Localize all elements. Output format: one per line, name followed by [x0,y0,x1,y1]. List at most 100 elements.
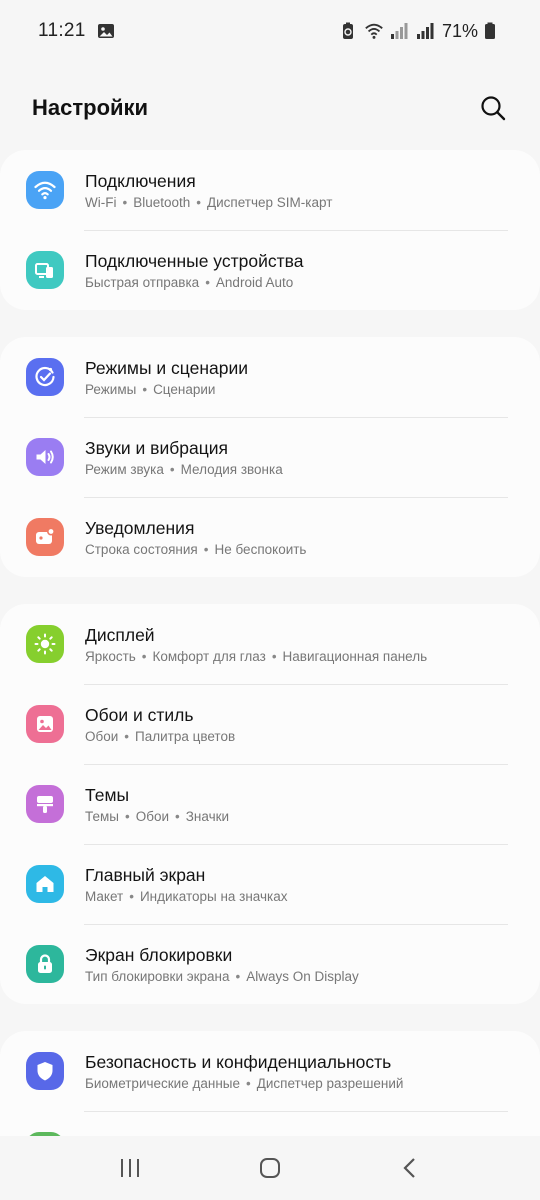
status-time: 11:21 [38,20,86,41]
subtitle-part: Не беспокоить [214,541,307,557]
signal-2-icon [416,21,436,41]
settings-item[interactable]: Темы Темы • Обои • Значки [0,764,540,844]
subtitle-part: Индикаторы на значках [139,888,288,904]
settings-item-subtitle: Режим звука • Мелодия звонка [85,461,283,478]
subtitle-part: Мелодия звонка [180,461,283,477]
separator-dot: • [196,194,201,210]
settings-item-text: Звуки и вибрация Режим звука • Мелодия звон… [85,437,283,478]
wallpaper-icon [26,705,64,743]
subtitle-part: Обои [85,728,119,744]
home-nav-icon [260,1158,280,1178]
settings-item-title: Темы [85,784,130,805]
settings-item-title: Безопасность и конфиденциальность [85,1051,392,1072]
separator-dot: • [205,274,210,290]
separator-dot: • [141,648,147,664]
separator-dot: • [124,728,130,744]
search-button[interactable] [476,91,510,125]
subtitle-part: Wi-Fi [85,194,117,210]
back-icon [403,1158,415,1178]
battery-percentage: 71% [441,20,478,41]
battery-saver-icon [338,21,358,41]
subtitle-part: Диспетчер разрешений [256,1075,404,1091]
separator-dot: • [169,461,175,477]
navigation-bar [0,1136,540,1200]
settings-item[interactable]: Безопасность и конфиденциальность Биометр… [0,1031,540,1111]
subtitle-part: Always On Display [246,968,359,984]
settings-group: Подключения Wi-Fi • Bluetooth • Диспетчер SIM… [0,150,540,310]
settings-item[interactable]: Подключенные устройства Быстрая отправка •… [0,230,540,310]
subtitle-part: Макет [85,888,124,904]
gallery-notification-icon [96,21,116,41]
shield-icon [26,1052,64,1090]
settings-item[interactable]: Главный экран Макет • Индикаторы на значках [0,844,540,924]
back-button[interactable] [390,1148,430,1188]
settings-item[interactable]: Дисплей Яркость • Комфорт для глаз • Навигаци… [0,604,540,684]
subtitle-part: Тип блокировки экрана [85,968,230,984]
settings-item-text: Главный экран Макет • Индикаторы на значках [85,864,288,905]
separator-dot: • [129,888,134,904]
lock-icon [26,945,64,983]
settings-item-subtitle: Макет • Индикаторы на значках [85,888,288,905]
settings-item-title: Звуки и вибрация [85,437,228,458]
separator-dot: • [175,808,180,824]
recents-icon [121,1159,139,1177]
subtitle-part: Яркость [85,648,136,664]
separator-dot: • [142,381,148,397]
settings-item-title: Подключенные устройства [85,250,304,271]
subtitle-part: Строка состояния [85,541,198,557]
settings-item-subtitle: Режимы • Сценарии [85,381,248,398]
settings-item-subtitle: Тип блокировки экрана • Always On Display [85,968,359,985]
settings-item-title: Главный экран [85,864,206,885]
settings-item[interactable]: Экран блокировки Тип блокировки экрана • Al… [0,924,540,1004]
wifi-icon [26,171,64,209]
wifi-status-icon [364,21,384,41]
settings-item[interactable]: Режимы и сценарии Режимы • Сценарии [0,337,540,417]
subtitle-part: Режим звука [85,461,164,477]
subtitle-part: Палитра цветов [135,728,236,744]
battery-icon [484,21,504,41]
recents-button[interactable] [110,1148,150,1188]
settings-list: Подключения Wi-Fi • Bluetooth • Диспетчер SIM… [0,150,540,1200]
settings-item-subtitle: Яркость • Комфорт для глаз • Навигационная п… [85,648,427,665]
settings-item[interactable]: Подключения Wi-Fi • Bluetooth • Диспетчер SIM… [0,150,540,230]
home-icon [26,865,64,903]
notifications-icon [26,518,64,556]
home-button[interactable] [250,1148,290,1188]
settings-item-title: Дисплей [85,624,155,645]
header: Настройки [0,80,540,136]
settings-item[interactable]: Уведомления Строка состояния • Не беспокоит… [0,497,540,577]
subtitle-part: Android Auto [215,274,294,290]
separator-dot: • [203,541,209,557]
themes-icon [26,785,64,823]
settings-item-title: Обои и стиль [85,704,194,725]
search-icon [481,96,506,121]
settings-item-text: Темы Темы • Обои • Значки [85,784,229,825]
subtitle-part: Диспетчер SIM-карт [207,194,333,210]
settings-item-text: Обои и стиль Обои • Палитра цветов [85,704,235,745]
settings-item-text: Безопасность и конфиденциальность Биометр… [85,1051,403,1092]
separator-dot: • [271,648,277,664]
settings-item-text: Уведомления Строка состояния • Не беспокоит… [85,517,306,558]
settings-item-subtitle: Темы • Обои • Значки [85,808,229,825]
signal-1-icon [390,21,410,41]
settings-item-subtitle: Биометрические данные • Диспетчер разрешен… [85,1075,403,1092]
status-bar: 11:21 71% [0,0,540,62]
subtitle-part: Сценарии [153,381,216,397]
status-right: 71% [338,21,504,42]
subtitle-part: Навигационная панель [282,648,428,664]
settings-item-text: Подключения Wi-Fi • Bluetooth • Диспетчер SIM… [85,170,332,211]
subtitle-part: Быстрая отправка [85,274,200,290]
settings-item-text: Подключенные устройства Быстрая отправка •… [85,250,303,291]
subtitle-part: Значки [185,808,230,824]
subtitle-part: Обои [135,808,170,824]
separator-dot: • [122,194,128,210]
settings-item-subtitle: Wi-Fi • Bluetooth • Диспетчер SIM-карт [85,194,332,211]
settings-item-title: Подключения [85,170,196,191]
settings-item[interactable]: Звуки и вибрация Режим звука • Мелодия звон… [0,417,540,497]
settings-item-text: Экран блокировки Тип блокировки экрана • Al… [85,944,359,985]
settings-group: Дисплей Яркость • Комфорт для глаз • Навигаци… [0,604,540,1004]
settings-item-title: Экран блокировки [85,944,233,965]
devices-icon [26,251,64,289]
settings-item[interactable]: Обои и стиль Обои • Палитра цветов [0,684,540,764]
status-left: 11:21 [38,20,116,42]
